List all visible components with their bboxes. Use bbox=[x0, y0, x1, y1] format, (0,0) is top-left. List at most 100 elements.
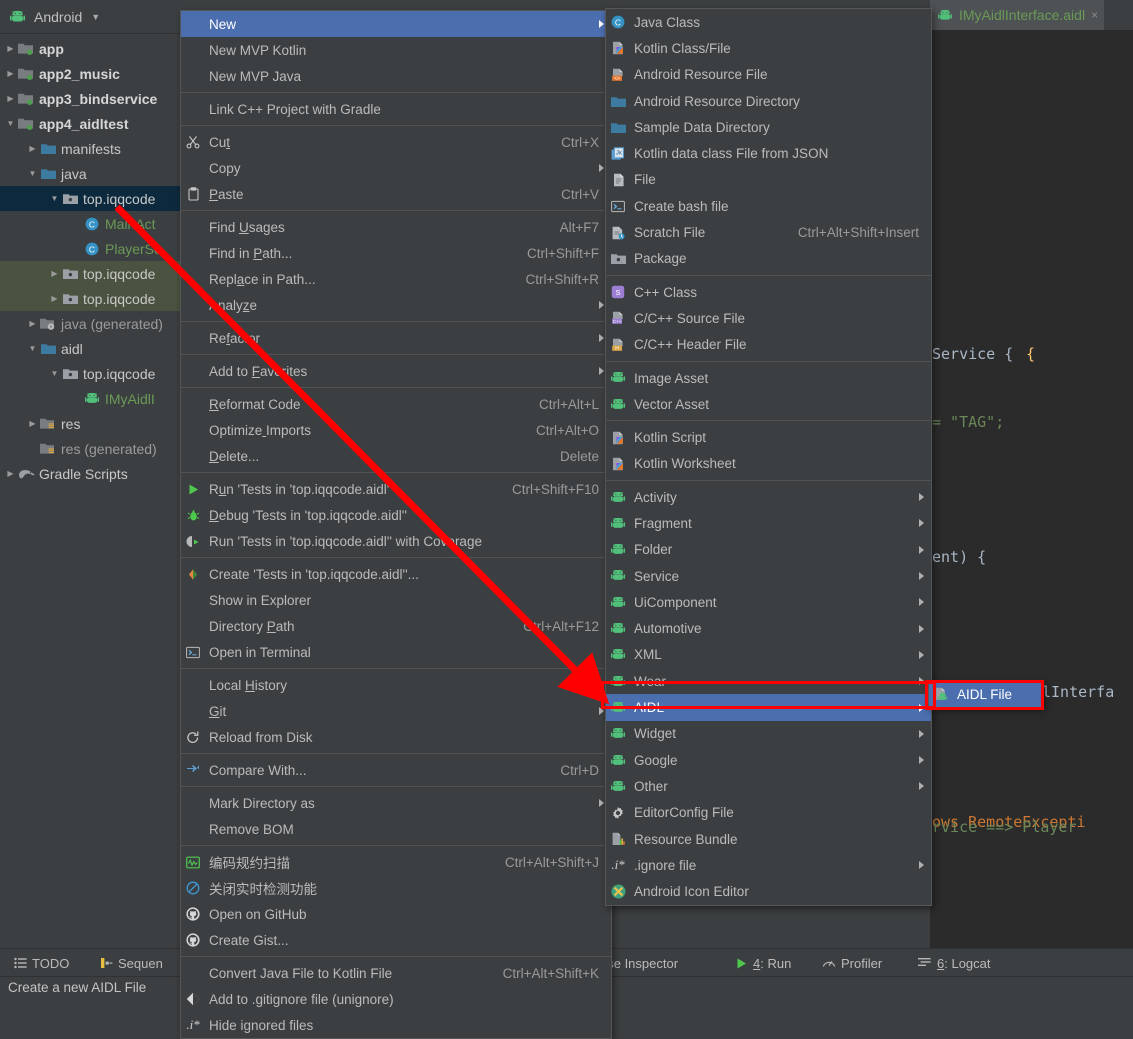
menu-item-directory-path[interactable]: Directory Path Ctrl+Alt+F12 bbox=[181, 613, 611, 639]
new-item-service[interactable]: Service bbox=[606, 563, 931, 589]
menu-item-new-mvp-kotlin[interactable]: New MVP Kotlin bbox=[181, 37, 611, 63]
new-item-c-c-header-file[interactable]: H C/C++ Header File bbox=[606, 332, 931, 358]
expander-collapse-icon[interactable]: ▼ bbox=[26, 167, 39, 180]
menu-item-hide-ignored-files[interactable]: .i* Hide ignored files bbox=[181, 1012, 611, 1038]
menu-item-reload-from-disk[interactable]: Reload from Disk bbox=[181, 724, 611, 750]
menu-item-open-on-github[interactable]: Open on GitHub bbox=[181, 901, 611, 927]
menu-item-mark-directory-as[interactable]: Mark Directory as bbox=[181, 790, 611, 816]
new-item-wear[interactable]: Wear bbox=[606, 668, 931, 694]
menu-item-show-in-explorer[interactable]: Show in Explorer bbox=[181, 587, 611, 613]
menu-item-compare-with[interactable]: Compare With... Ctrl+D bbox=[181, 757, 611, 783]
tool-window-button-profiler[interactable]: Profiler bbox=[822, 949, 882, 977]
expander-collapse-icon[interactable]: ▼ bbox=[4, 117, 17, 130]
chevron-down-icon[interactable]: ▼ bbox=[91, 12, 100, 22]
editor-tab-imyaidlinterface[interactable]: IMyAidlInterface.aidl × bbox=[930, 0, 1105, 30]
aidl-submenu[interactable]: AIDL File bbox=[928, 680, 1043, 708]
tree-node-res[interactable]: ▶ res bbox=[0, 411, 180, 436]
new-item-aidl[interactable]: AIDL bbox=[606, 694, 931, 721]
new-item-other[interactable]: Other bbox=[606, 773, 931, 799]
tree-node-aidl[interactable]: ▼ aidl bbox=[0, 336, 180, 361]
expander-expand-icon[interactable]: ▶ bbox=[48, 292, 61, 305]
new-item-kotlin-worksheet[interactable]: Kotlin Worksheet bbox=[606, 451, 931, 477]
new-item-android-icon-editor[interactable]: Android Icon Editor bbox=[606, 879, 931, 905]
menu-item-git[interactable]: Git bbox=[181, 698, 611, 724]
tree-node-imyaidli[interactable]: IMyAidlI bbox=[0, 386, 180, 411]
tool-window-button-sequen[interactable]: Sequen bbox=[100, 949, 163, 977]
new-item-sample-data-directory[interactable]: Sample Data Directory bbox=[606, 114, 931, 140]
tree-node-manifests[interactable]: ▶ manifests bbox=[0, 136, 180, 161]
menu-item-remove-bom[interactable]: Remove BOM bbox=[181, 816, 611, 842]
new-item-image-asset[interactable]: Image Asset bbox=[606, 365, 931, 391]
tree-node-java[interactable]: ▼ java bbox=[0, 161, 180, 186]
menu-item-add-to-gitignore-file-unignore[interactable]: Add to .gitignore file (unignore) bbox=[181, 986, 611, 1012]
project-tree[interactable]: ▶ app ▶ app2_music ▶ app3_bindservice ▼ app4_ai… bbox=[0, 34, 180, 486]
expander-collapse-icon[interactable]: ▼ bbox=[48, 192, 61, 205]
tree-node-top-iqqcode[interactable]: ▼ top.iqqcode bbox=[0, 361, 180, 386]
new-item-uicomponent[interactable]: UiComponent bbox=[606, 589, 931, 615]
menu-item-create-tests-in-top-iqqcode-aidl[interactable]: Create 'Tests in 'top.iqqcode.aidl''... bbox=[181, 561, 611, 587]
new-item-kotlin-script[interactable]: Kotlin Script bbox=[606, 424, 931, 450]
new-item-widget[interactable]: Widget bbox=[606, 721, 931, 747]
menu-item-new[interactable]: New bbox=[181, 11, 611, 37]
tool-window-button-todo[interactable]: TODO bbox=[14, 949, 69, 977]
expander-expand-icon[interactable]: ▶ bbox=[26, 142, 39, 155]
aidl-item-aidl-file[interactable]: AIDL File bbox=[929, 681, 1042, 707]
tool-window-button-6-logcat[interactable]: 6: Logcat bbox=[918, 949, 991, 977]
new-item-resource-bundle[interactable]: Resource Bundle bbox=[606, 826, 931, 852]
expander-expand-icon[interactable]: ▶ bbox=[4, 92, 17, 105]
menu-item-debug-tests-in-top-iqqcode-aidl[interactable]: Debug 'Tests in 'top.iqqcode.aidl'' bbox=[181, 502, 611, 528]
expander-expand-icon[interactable]: ▶ bbox=[48, 267, 61, 280]
menu-item-run-tests-in-top-iqqcode-aidl[interactable]: Run 'Tests in 'top.iqqcode.aidl'' Ctrl+Sh… bbox=[181, 476, 611, 502]
menu-item-delete[interactable]: Delete... Delete bbox=[181, 443, 611, 469]
menu-item-link-c-project-with-gradle[interactable]: Link C++ Project with Gradle bbox=[181, 96, 611, 122]
close-icon[interactable]: × bbox=[1091, 8, 1098, 22]
new-item-package[interactable]: Package bbox=[606, 246, 931, 272]
new-item-kotlin-class-file[interactable]: Kotlin Class/File bbox=[606, 35, 931, 61]
expander-expand-icon[interactable]: ▶ bbox=[4, 42, 17, 55]
tree-node-playerse[interactable]: C PlayerSe bbox=[0, 236, 180, 261]
menu-item-replace-in-path[interactable]: Replace in Path... Ctrl+Shift+R bbox=[181, 266, 611, 292]
menu-item-find-usages[interactable]: Find Usages Alt+F7 bbox=[181, 214, 611, 240]
tree-node-top-iqqcode[interactable]: ▶ top.iqqcode bbox=[0, 261, 180, 286]
expander-expand-icon[interactable]: ▶ bbox=[4, 467, 17, 480]
new-item-scratch-file[interactable]: Scratch File Ctrl+Alt+Shift+Insert bbox=[606, 219, 931, 245]
project-context-menu[interactable]: New New MVP Kotlin New MVP Java Link C++ Pr… bbox=[180, 10, 612, 1039]
new-item-c-class[interactable]: S C++ Class bbox=[606, 279, 931, 305]
menu-item-convert-java-file-to-kotlin-file[interactable]: Convert Java File to Kotlin File Ctrl+Alt… bbox=[181, 960, 611, 986]
expander-expand-icon[interactable]: ▶ bbox=[26, 417, 39, 430]
new-item-google[interactable]: Google bbox=[606, 747, 931, 773]
tree-node-app4-aidltest[interactable]: ▼ app4_aidltest bbox=[0, 111, 180, 136]
menu-item-paste[interactable]: Paste Ctrl+V bbox=[181, 181, 611, 207]
menu-item-reformat-code[interactable]: Reformat Code Ctrl+Alt+L bbox=[181, 391, 611, 417]
tool-window-button-4-run[interactable]: 4: Run bbox=[735, 949, 791, 977]
project-view-selector[interactable]: Android ▼ bbox=[0, 0, 180, 34]
menu-item-add-to-favorites[interactable]: Add to Favorites bbox=[181, 358, 611, 384]
menu-item-编码规约扫描[interactable]: 编码规约扫描 Ctrl+Alt+Shift+J bbox=[181, 849, 611, 875]
new-submenu[interactable]: C Java Class Kotlin Class/File <> Android Re… bbox=[605, 8, 932, 906]
menu-item-new-mvp-java[interactable]: New MVP Java bbox=[181, 63, 611, 89]
menu-item-关闭实时检测功能[interactable]: 关闭实时检测功能 bbox=[181, 875, 611, 901]
tree-node-top-iqqcode[interactable]: ▶ top.iqqcode bbox=[0, 286, 180, 311]
tree-node-java-generated[interactable]: ▶ java (generated) bbox=[0, 311, 180, 336]
menu-item-open-in-terminal[interactable]: Open in Terminal bbox=[181, 639, 611, 665]
expander-expand-icon[interactable]: ▶ bbox=[4, 67, 17, 80]
expander-expand-icon[interactable]: ▶ bbox=[26, 317, 39, 330]
new-item-kotlin-data-class-file-from-json[interactable]: Jĸ Kotlin data class File from JSON bbox=[606, 140, 931, 166]
new-item-fragment[interactable]: Fragment bbox=[606, 510, 931, 536]
tree-node-res-generated[interactable]: res (generated) bbox=[0, 436, 180, 461]
new-item-android-resource-directory[interactable]: Android Resource Directory bbox=[606, 88, 931, 114]
new-item-ignore-file[interactable]: .i* .ignore file bbox=[606, 852, 931, 878]
new-item-activity[interactable]: Activity bbox=[606, 484, 931, 510]
new-item-java-class[interactable]: C Java Class bbox=[606, 9, 931, 35]
tree-node-mainact[interactable]: C MainAct bbox=[0, 211, 180, 236]
menu-item-create-gist[interactable]: Create Gist... bbox=[181, 927, 611, 953]
new-item-editorconfig-file[interactable]: EditorConfig File bbox=[606, 800, 931, 826]
menu-item-run-tests-in-top-iqqcode-aidl-with-cover[interactable]: Run 'Tests in 'top.iqqcode.aidl'' with C… bbox=[181, 528, 611, 554]
menu-item-local-history[interactable]: Local History bbox=[181, 672, 611, 698]
tree-node-app3-bindservice[interactable]: ▶ app3_bindservice bbox=[0, 86, 180, 111]
new-item-file[interactable]: File bbox=[606, 167, 931, 193]
menu-item-refactor[interactable]: Refactor bbox=[181, 325, 611, 351]
new-item-xml[interactable]: XML bbox=[606, 642, 931, 668]
tree-node-app2-music[interactable]: ▶ app2_music bbox=[0, 61, 180, 86]
new-item-c-c-source-file[interactable]: C++ C/C++ Source File bbox=[606, 305, 931, 331]
